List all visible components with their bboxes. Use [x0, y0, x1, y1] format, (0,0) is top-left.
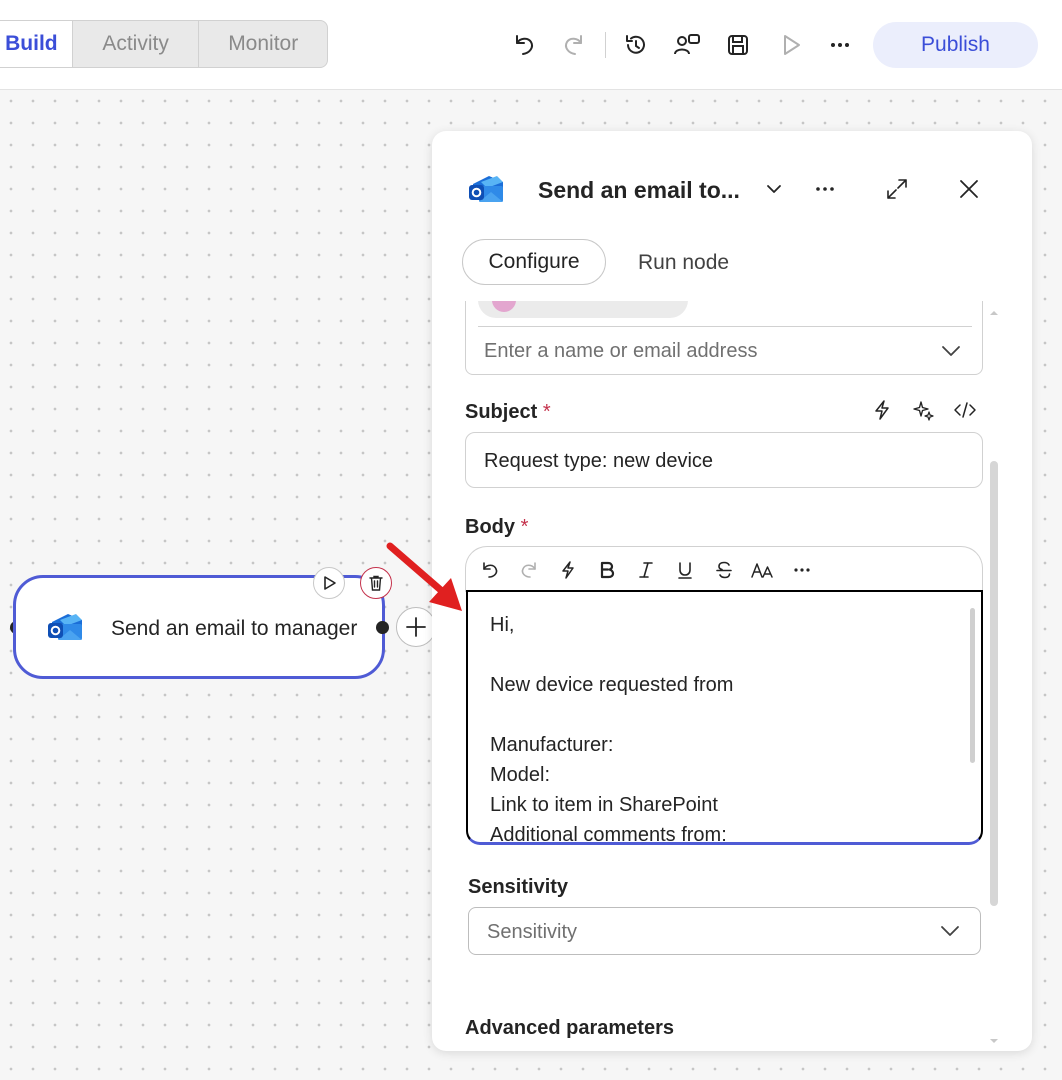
required-mark: * — [520, 516, 529, 538]
expand-icon[interactable] — [882, 174, 912, 204]
panel-form: Enter a name or email address Subject * … — [432, 301, 1032, 1051]
body-label: Body * — [465, 516, 528, 539]
tab-build[interactable]: Build — [0, 21, 73, 67]
tab-run-node[interactable]: Run node — [638, 251, 729, 275]
sensitivity-label: Sensitivity — [468, 876, 569, 898]
subject-label-text: Subject — [465, 401, 538, 423]
outlook-icon — [46, 610, 84, 649]
redo-icon[interactable] — [559, 30, 589, 60]
history-icon[interactable] — [621, 30, 651, 60]
sparkle-icon[interactable] — [911, 397, 937, 423]
body-line: Link to item in SharePoint — [490, 794, 718, 816]
body-line: Model: — [490, 764, 551, 786]
scroll-up-icon[interactable] — [988, 309, 1000, 317]
avatar — [492, 301, 516, 312]
subject-input[interactable]: Request type: new device — [465, 432, 983, 488]
scroll-down-icon[interactable] — [988, 1037, 1000, 1045]
body-label-text: Body — [465, 516, 515, 538]
trash-icon — [369, 575, 383, 591]
more-icon[interactable] — [825, 30, 855, 60]
tab-activity[interactable]: Activity — [73, 21, 200, 67]
required-mark: * — [542, 401, 551, 423]
chevron-down-icon[interactable] — [940, 340, 962, 367]
save-icon[interactable] — [723, 30, 753, 60]
more-icon[interactable] — [810, 174, 840, 204]
toolbar-divider — [605, 32, 606, 58]
body-line: Manufacturer: — [490, 734, 614, 756]
subject-label: Subject * — [465, 401, 551, 424]
panel-title: Send an email to... — [538, 177, 740, 203]
italic-icon[interactable] — [633, 557, 659, 583]
bold-icon[interactable] — [594, 557, 620, 583]
redo-icon[interactable] — [516, 557, 542, 583]
close-icon[interactable] — [954, 174, 984, 204]
code-icon[interactable] — [952, 397, 978, 423]
run-icon[interactable] — [776, 30, 806, 60]
lightning-icon[interactable] — [869, 397, 895, 423]
sensitivity-select[interactable]: Sensitivity — [468, 907, 981, 955]
to-field[interactable]: Enter a name or email address — [465, 301, 983, 375]
tab-configure[interactable]: Configure — [462, 239, 606, 285]
chevron-down-icon[interactable] — [759, 174, 789, 204]
divider — [478, 326, 972, 327]
to-input[interactable]: Enter a name or email address — [484, 340, 757, 363]
more-icon[interactable] — [789, 557, 815, 583]
body-editor-toolbar — [465, 546, 983, 592]
plus-icon — [406, 617, 426, 637]
publish-button[interactable]: Publish — [873, 22, 1038, 68]
share-icon[interactable] — [672, 30, 702, 60]
font-size-icon[interactable] — [750, 557, 776, 583]
body-line: Hi, — [490, 614, 515, 636]
outlook-icon — [466, 171, 506, 207]
sensitivity-placeholder: Sensitivity — [487, 921, 578, 943]
advanced-parameters-label[interactable]: Advanced parameters — [465, 1017, 674, 1040]
lightning-icon[interactable] — [555, 557, 581, 583]
node-run-button[interactable] — [313, 567, 345, 599]
body-line: New device requested from — [490, 674, 734, 696]
play-icon — [324, 576, 336, 590]
panel-scrollbar[interactable] — [990, 461, 998, 906]
underline-icon[interactable] — [672, 557, 698, 583]
top-bar: Build Activity Monitor Publish — [0, 0, 1062, 90]
annotation-arrow-icon — [386, 542, 462, 611]
strikethrough-icon[interactable] — [711, 557, 737, 583]
undo-icon[interactable] — [477, 557, 503, 583]
body-editor[interactable]: Hi, New device requested from Manufactur… — [466, 590, 983, 846]
undo-icon[interactable] — [509, 30, 539, 60]
editor-scrollbar[interactable] — [970, 608, 975, 763]
body-line: Additional comments from: — [490, 824, 727, 846]
view-tabs: Build Activity Monitor — [0, 20, 328, 68]
node-title: Send an email to manager — [111, 617, 358, 640]
tab-monitor[interactable]: Monitor — [199, 21, 327, 67]
recipient-chip[interactable] — [478, 301, 688, 318]
node-output-handle[interactable] — [376, 621, 389, 634]
chevron-down-icon — [939, 920, 961, 948]
node-config-panel: Send an email to... Configure Run node E… — [432, 131, 1032, 1051]
